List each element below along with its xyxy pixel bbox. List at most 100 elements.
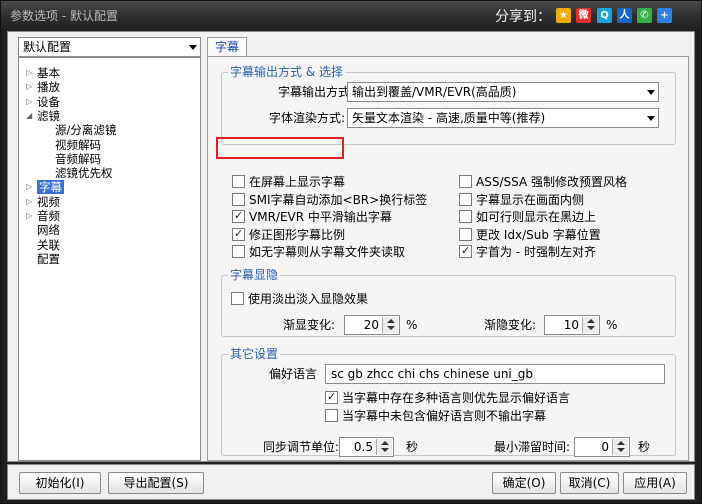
init-button[interactable]: 初始化(I)	[19, 472, 101, 494]
expanded-arrow-icon[interactable]: ◢	[26, 109, 32, 123]
wechat-icon[interactable]: ✆	[637, 8, 652, 23]
min-stay-stepper[interactable]: 0	[574, 437, 630, 457]
button-bar: 初始化(I) 导出配置(S) 确定(O) 取消(C) 应用(A)	[7, 464, 695, 500]
checkbox-label: 字幕显示在画面内侧	[476, 192, 585, 207]
tree-item[interactable]: 关联	[37, 238, 60, 252]
checkbox-box[interactable]	[459, 244, 472, 258]
subtitle-option-checkbox[interactable]: 如无字幕则从字幕文件夹读取	[232, 245, 405, 259]
render-mode-select[interactable]: 矢量文本渲染 - 高速,质量中等(推荐)	[347, 108, 659, 128]
tree-item[interactable]: 配置	[37, 252, 60, 266]
subtitle-option-checkbox[interactable]: ASS/SSA 强制修改预置风格	[459, 175, 627, 189]
arrow-up-icon[interactable]	[617, 441, 625, 445]
tree-item[interactable]: ▷ 视频	[26, 194, 60, 209]
subtitle-option-checkbox[interactable]: 如可行则显示在黑边上	[459, 210, 596, 224]
ok-button[interactable]: 确定(O)	[492, 472, 556, 494]
arrow-down-icon[interactable]	[617, 448, 625, 452]
collapsed-arrow-icon[interactable]: ▷	[26, 95, 32, 109]
checkbox-box[interactable]	[459, 175, 472, 188]
profile-select[interactable]: 默认配置	[18, 37, 201, 57]
checkbox-box[interactable]	[459, 210, 472, 223]
checkbox-box[interactable]	[459, 192, 472, 206]
hide-non-preferred-label: 当字幕中未包含偏好语言则不输出字幕	[342, 409, 547, 423]
preferred-language-input[interactable]: sc gb zhcc chi chs chinese uni_gb	[325, 364, 665, 384]
tree-item[interactable]: ▷ 播放	[26, 80, 60, 95]
tree-item-label: 播放	[37, 80, 60, 95]
fade-out-stepper[interactable]: 10	[544, 315, 600, 335]
sina-weibo-icon[interactable]: 微	[576, 8, 591, 23]
checkbox-label: 如可行则显示在黑边上	[476, 210, 597, 224]
profile-select-value: 默认配置	[23, 40, 72, 54]
checkbox-label: ASS/SSA 强制修改预置风格	[476, 175, 627, 189]
arrow-up-icon[interactable]	[587, 319, 595, 323]
subtitle-option-checkbox[interactable]: 字首为 - 时强制左对齐	[459, 244, 596, 259]
checkbox-label: SMI字幕自动添加<BR>换行标签	[249, 192, 428, 207]
tree-item-label: 音频	[37, 209, 60, 223]
renren-icon[interactable]: 人	[617, 8, 632, 23]
tree-item[interactable]: ▷ 基本	[26, 66, 60, 80]
checkbox-box[interactable]	[232, 245, 245, 258]
checkbox-box[interactable]	[232, 175, 245, 188]
fade-group-title: 字幕显隐	[228, 268, 281, 282]
output-mode-value: 输出到覆盖/VMR/EVR(高品质)	[352, 85, 517, 99]
tree-item[interactable]: 网络	[37, 223, 60, 237]
collapsed-arrow-icon[interactable]: ▷	[26, 209, 32, 223]
collapsed-arrow-icon[interactable]: ▷	[26, 180, 32, 194]
qzone-icon[interactable]: ★	[556, 8, 571, 23]
more-share-icon[interactable]: +	[657, 8, 672, 23]
export-config-button[interactable]: 导出配置(S)	[108, 472, 204, 494]
subtitle-option-checkbox[interactable]: SMI字幕自动添加<BR>换行标签	[232, 192, 428, 207]
arrow-up-icon[interactable]	[387, 319, 395, 323]
tab-subtitles[interactable]: 字幕	[207, 37, 247, 57]
checkbox-box[interactable]	[325, 390, 338, 404]
collapsed-arrow-icon[interactable]: ▷	[26, 66, 32, 80]
tree-item-label: 配置	[37, 251, 60, 266]
checkbox-box[interactable]	[325, 409, 338, 422]
cancel-button[interactable]: 取消(C)	[560, 472, 619, 494]
prefer-language-checkbox[interactable]: 当字幕中存在多种语言则优先显示偏好语言	[325, 390, 570, 405]
tree-item[interactable]: 源/分离滤镜	[55, 123, 116, 137]
chevron-down-icon	[189, 45, 197, 50]
subtitle-option-checkbox[interactable]: 字幕显示在画面内侧	[459, 192, 585, 207]
checkbox-box[interactable]	[232, 209, 245, 223]
apply-button[interactable]: 应用(A)	[623, 472, 687, 494]
arrow-down-icon[interactable]	[387, 326, 395, 330]
other-group-title: 其它设置	[228, 347, 281, 361]
checkbox-box[interactable]	[232, 227, 245, 241]
tree-item[interactable]: 滤镜优先权	[55, 166, 113, 180]
tree-item-label: 音频解码	[55, 151, 101, 166]
spin-buttons[interactable]	[376, 439, 392, 455]
tencent-weibo-icon[interactable]: Q	[597, 8, 612, 23]
arrow-down-icon[interactable]	[381, 448, 389, 452]
tree-item-label: 视频	[37, 194, 60, 209]
tree-item[interactable]: ▷ 字幕	[26, 180, 64, 195]
output-mode-select[interactable]: 输出到覆盖/VMR/EVR(高品质)	[347, 82, 659, 102]
spin-buttons[interactable]	[612, 439, 628, 455]
collapsed-arrow-icon[interactable]: ▷	[26, 80, 32, 94]
subtitle-option-checkbox[interactable]: 修正图形字幕比例	[232, 227, 345, 242]
min-stay-value: 0	[601, 440, 609, 454]
tree-item[interactable]: ◢ 滤镜	[26, 109, 60, 123]
subtitle-option-checkbox[interactable]: 在屏幕上显示字幕	[232, 175, 345, 189]
checkbox-box[interactable]	[459, 227, 472, 241]
spin-buttons[interactable]	[582, 317, 598, 333]
fade-effect-checkbox[interactable]: 使用淡出淡入显隐效果	[231, 292, 368, 306]
arrow-down-icon[interactable]	[587, 326, 595, 330]
arrow-up-icon[interactable]	[381, 441, 389, 445]
hide-non-preferred-checkbox[interactable]: 当字幕中未包含偏好语言则不输出字幕	[325, 409, 546, 423]
sync-unit-stepper[interactable]: 0.5	[339, 437, 394, 457]
subtitle-option-checkbox[interactable]: VMR/EVR 中平滑输出字幕	[232, 209, 392, 224]
tree-item[interactable]: ▷ 设备	[26, 95, 60, 109]
title-bar[interactable]: 参数选项 - 默认配置 分享到： ★ 微 Q 人 ✆ +	[1, 1, 701, 29]
checkbox-box[interactable]	[231, 292, 244, 305]
settings-tree[interactable]: ▷ 基本 ▷ 播放 ▷ 设备 ◢ 滤镜 源/分离滤镜 视频解码 音频解码 滤镜优先权 ▷ 字幕 ▷ 视频 ▷ 音频…	[18, 57, 201, 461]
fade-in-stepper[interactable]: 20	[344, 315, 400, 335]
checkbox-box[interactable]	[232, 192, 245, 206]
collapsed-arrow-icon[interactable]: ▷	[26, 195, 32, 209]
tree-item[interactable]: 音频解码	[55, 152, 101, 166]
tree-item[interactable]: 视频解码	[55, 138, 101, 152]
tree-item-label: 滤镜优先权	[55, 166, 113, 181]
tree-item[interactable]: ▷ 音频	[26, 209, 60, 223]
render-mode-label: 字体渲染方式:	[268, 111, 345, 125]
spin-buttons[interactable]	[382, 317, 398, 333]
subtitle-option-checkbox[interactable]: 更改 Idx/Sub 字幕位置	[459, 227, 601, 242]
